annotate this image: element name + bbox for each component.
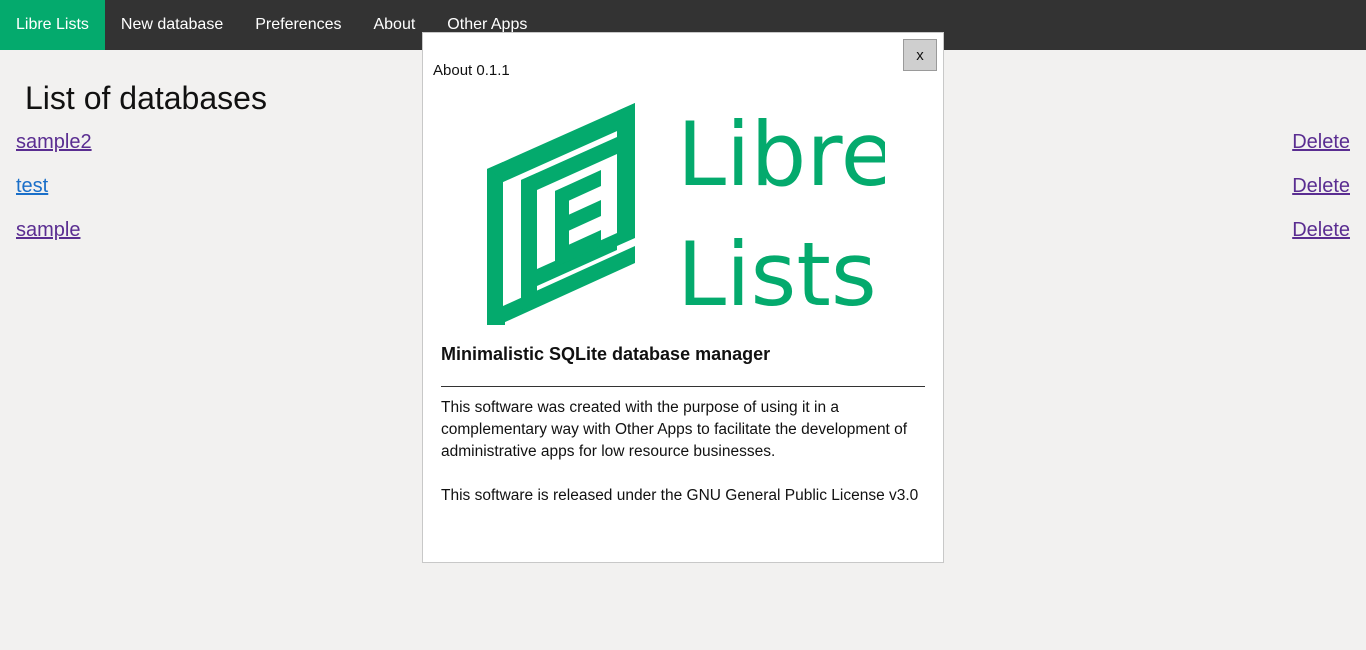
delete-button-test[interactable]: Delete [1292, 175, 1350, 198]
database-link-sample2[interactable]: sample2 [16, 131, 92, 154]
nav-about[interactable]: About [357, 0, 431, 50]
page-title: List of databases [25, 80, 267, 116]
database-link-test[interactable]: test [16, 175, 48, 198]
dialog-license: This software is released under the GNU … [441, 487, 919, 504]
delete-button-sample[interactable]: Delete [1292, 219, 1350, 242]
logo-text-libre: Libre [677, 103, 885, 206]
nav-libre-lists[interactable]: Libre Lists [0, 0, 105, 50]
database-link-sample[interactable]: sample [16, 219, 80, 242]
dialog-title: About 0.1.1 [433, 62, 510, 79]
close-button[interactable]: x [903, 39, 937, 71]
delete-button-sample2[interactable]: Delete [1292, 131, 1350, 154]
dialog-tagline: Minimalistic SQLite database manager [441, 344, 771, 364]
logo-text-lists: Lists [677, 223, 877, 325]
nav-new-database[interactable]: New database [105, 0, 239, 50]
dialog-description: This software was created with the purpo… [441, 399, 908, 460]
about-dialog: x About 0.1.1 Libre Lists Minimalistic S… [422, 32, 944, 563]
nav-preferences[interactable]: Preferences [239, 0, 357, 50]
divider [441, 386, 925, 387]
libre-lists-logo: Libre Lists [487, 103, 885, 325]
